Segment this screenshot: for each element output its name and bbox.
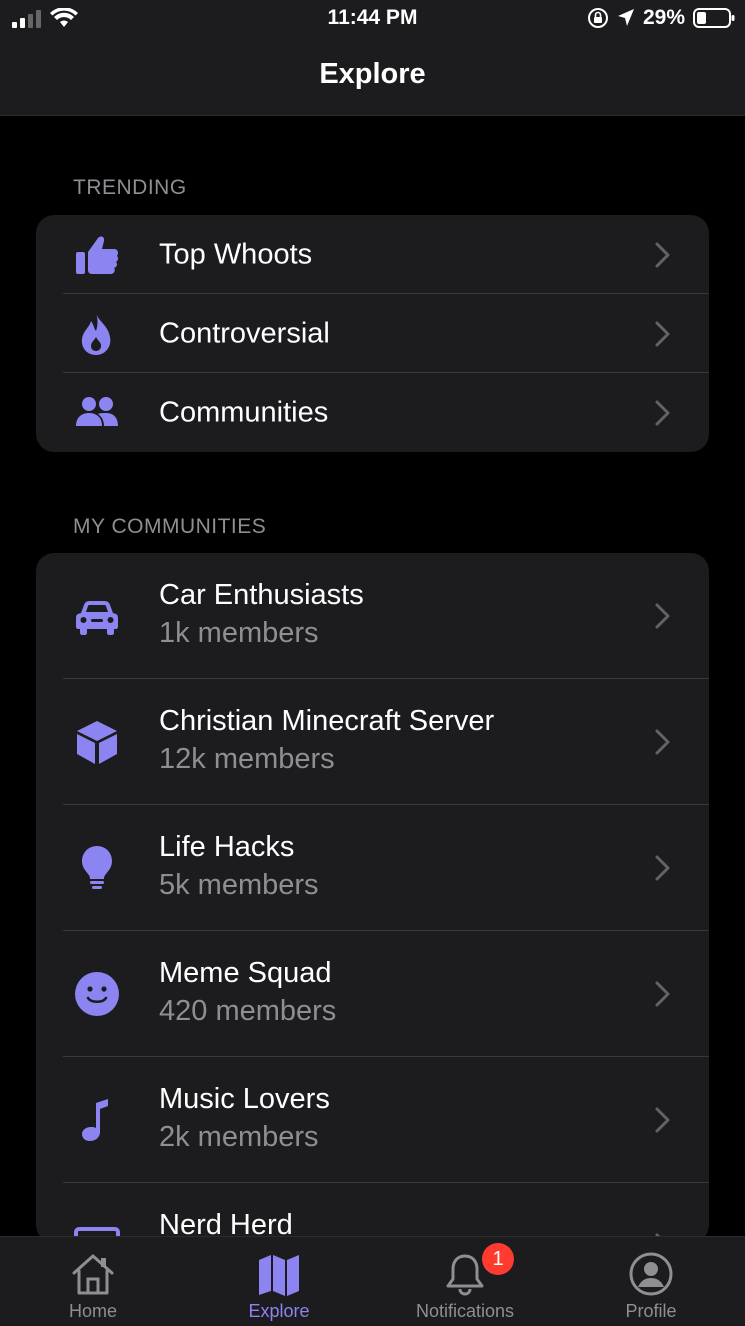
- chevron-right-icon: [655, 1107, 670, 1133]
- trending-item-communities[interactable]: Communities: [36, 373, 709, 452]
- community-name: Life Hacks: [159, 831, 295, 863]
- community-item-meme-squad[interactable]: Meme Squad 420 members: [36, 931, 709, 1057]
- community-item-nerd-herd[interactable]: Nerd Herd: [36, 1183, 709, 1243]
- community-item-life-hacks[interactable]: Life Hacks 5k members: [36, 805, 709, 931]
- trending-header: TRENDING: [73, 176, 187, 199]
- trending-item-label: Top Whoots: [159, 238, 313, 270]
- tab-notifications[interactable]: 1 Notifications: [372, 1237, 558, 1326]
- community-item-christian-minecraft-server[interactable]: Christian Minecraft Server 12k members: [36, 679, 709, 805]
- smiley-icon: [74, 971, 120, 1017]
- chevron-right-icon: [655, 321, 670, 346]
- community-item-car-enthusiasts[interactable]: Car Enthusiasts 1k members: [36, 553, 709, 679]
- map-icon: [259, 1255, 299, 1296]
- top-bar: 11:44 PM 29% Explore: [0, 0, 745, 116]
- trending-item-label: Controversial: [159, 317, 330, 349]
- community-members: 420 members: [159, 995, 337, 1027]
- community-item-music-lovers[interactable]: Music Lovers 2k members: [36, 1057, 709, 1183]
- location-arrow-icon: [617, 9, 634, 26]
- flame-icon: [74, 311, 120, 357]
- tab-label: Profile: [625, 1301, 677, 1321]
- community-name: Christian Minecraft Server: [159, 705, 495, 737]
- home-icon: [72, 1254, 114, 1295]
- my-communities-card: Car Enthusiasts 1k members Christian Min…: [36, 553, 709, 1243]
- tab-explore[interactable]: Explore: [186, 1237, 372, 1326]
- trending-item-controversial[interactable]: Controversial: [36, 294, 709, 373]
- music-note-icon: [74, 1097, 120, 1143]
- my-communities-header: MY COMMUNITIES: [73, 515, 267, 538]
- chevron-right-icon: [655, 242, 670, 267]
- car-icon: [74, 593, 120, 639]
- community-name: Meme Squad: [159, 957, 332, 989]
- people-icon: [74, 390, 120, 436]
- trending-card: Top Whoots Controversial Communities: [36, 215, 709, 452]
- trending-item-label: Communities: [159, 396, 329, 428]
- community-name: Car Enthusiasts: [159, 579, 364, 611]
- tab-home[interactable]: Home: [0, 1237, 186, 1326]
- community-members: 5k members: [159, 869, 319, 901]
- community-members: 1k members: [159, 617, 319, 649]
- chevron-right-icon: [655, 729, 670, 755]
- tab-bar: Home Explore 1 Notifications Profile: [0, 1236, 745, 1326]
- trending-item-top-whoots[interactable]: Top Whoots: [36, 215, 709, 294]
- lightbulb-icon: [74, 845, 120, 891]
- community-members: 12k members: [159, 743, 335, 775]
- battery-percent: 29%: [642, 6, 685, 29]
- person-circle-icon: [629, 1252, 673, 1296]
- thumbs-up-icon: [74, 232, 120, 278]
- chevron-right-icon: [655, 603, 670, 629]
- tab-label: Notifications: [415, 1301, 515, 1321]
- status-bar: 11:44 PM 29%: [0, 0, 745, 38]
- cube-icon: [74, 719, 120, 765]
- orientation-lock-icon: [587, 8, 608, 28]
- battery-icon: [693, 8, 735, 28]
- community-name: Music Lovers: [159, 1083, 330, 1115]
- chevron-right-icon: [655, 855, 670, 881]
- community-members: 2k members: [159, 1121, 319, 1153]
- status-right-group: 29%: [587, 6, 735, 30]
- chevron-right-icon: [655, 981, 670, 1007]
- page-title: Explore: [319, 58, 426, 90]
- tab-profile[interactable]: Profile: [558, 1237, 744, 1326]
- tab-label: Explore: [248, 1301, 310, 1321]
- chevron-right-icon: [655, 400, 670, 425]
- notification-badge: 1: [482, 1243, 514, 1275]
- tab-label: Home: [68, 1301, 117, 1321]
